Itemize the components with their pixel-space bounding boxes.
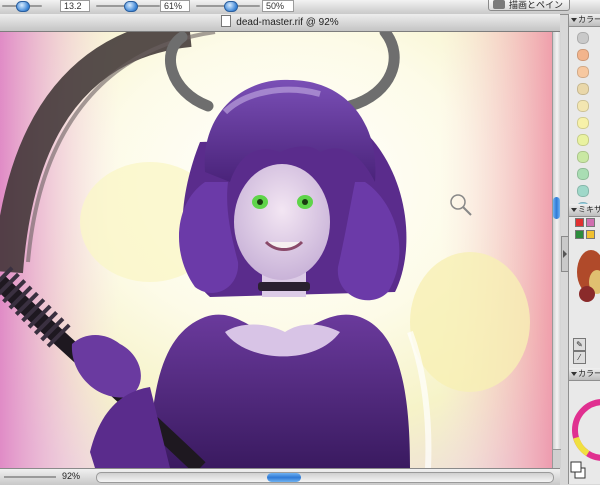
opacity-slider[interactable] [96, 1, 160, 12]
mixer-panel: ミキサ ✎⁄ [568, 204, 600, 368]
eyedropper-icon[interactable]: ⁄ [573, 351, 586, 364]
disclosure-triangle-icon[interactable] [571, 18, 577, 22]
slider-knob[interactable] [16, 1, 30, 12]
brush-size-field[interactable]: 13.2 [60, 0, 90, 12]
document-statusbar: 92% [0, 468, 560, 485]
disclosure-triangle-icon[interactable] [571, 208, 577, 212]
tool-options-bar: 13.2 61% 50% 描画とペイント [0, 0, 600, 24]
mixer-header[interactable]: ミキサ [569, 204, 600, 217]
vertical-scrollbar[interactable] [552, 32, 561, 468]
mixer-color-chip[interactable] [575, 218, 584, 227]
color-swatch[interactable] [577, 168, 589, 180]
document-titlebar[interactable]: dead-master.rif @ 92% [0, 14, 560, 32]
color-swatch[interactable] [577, 151, 589, 163]
chevron-right-icon [563, 250, 567, 258]
vertical-scroll-thumb[interactable] [553, 197, 560, 219]
disclosure-triangle-icon[interactable] [571, 372, 577, 376]
horizontal-scroll-thumb[interactable] [267, 473, 301, 482]
mixer-color-chip[interactable] [586, 218, 595, 227]
slider-knob[interactable] [224, 1, 238, 12]
color-swatch[interactable] [577, 117, 589, 129]
brush-size-slider[interactable] [2, 1, 42, 12]
mixer-title: ミキサ [578, 205, 600, 214]
color-swatch[interactable] [577, 66, 589, 78]
color-swatch-grid [577, 32, 600, 204]
slider-knob[interactable] [124, 1, 138, 12]
color-wheel[interactable] [569, 382, 600, 482]
color-swatch[interactable] [577, 49, 589, 61]
color-swatch[interactable] [577, 134, 589, 146]
dead-master-painting [0, 32, 552, 468]
palette-icon [493, 0, 505, 9]
brush-icon[interactable]: ✎ [573, 338, 586, 351]
color-set-header[interactable]: カラー [569, 14, 600, 27]
opacity-field[interactable]: 61% [160, 0, 190, 12]
sub-color-swatch [570, 461, 582, 473]
color-wheel-panel: カラー [568, 368, 600, 484]
density-slider[interactable] [196, 1, 260, 12]
zoom-level[interactable]: 92% [62, 471, 80, 481]
color-swatch[interactable] [577, 83, 589, 95]
color-swatch[interactable] [577, 32, 589, 44]
horizontal-scrollbar[interactable] [96, 472, 554, 483]
document-title: dead-master.rif @ 92% [236, 17, 339, 28]
painting-canvas[interactable] [0, 32, 552, 468]
draw-and-paint-button[interactable]: 描画とペイント [488, 0, 570, 24]
color-wheel-header[interactable]: カラー [569, 368, 600, 381]
mixer-tools: ✎⁄ [573, 338, 600, 364]
color-swatch[interactable] [577, 185, 589, 197]
document-icon [221, 15, 232, 27]
scroll-arrows[interactable] [553, 449, 561, 468]
color-set-panel: カラー [568, 14, 600, 204]
color-set-title: カラー [578, 15, 600, 24]
density-field[interactable]: 50% [262, 0, 294, 12]
zoom-slider[interactable] [4, 476, 56, 478]
color-wheel-title: カラー [578, 369, 600, 378]
color-swatch[interactable] [577, 100, 589, 112]
mixer-paint-area[interactable] [569, 232, 600, 322]
